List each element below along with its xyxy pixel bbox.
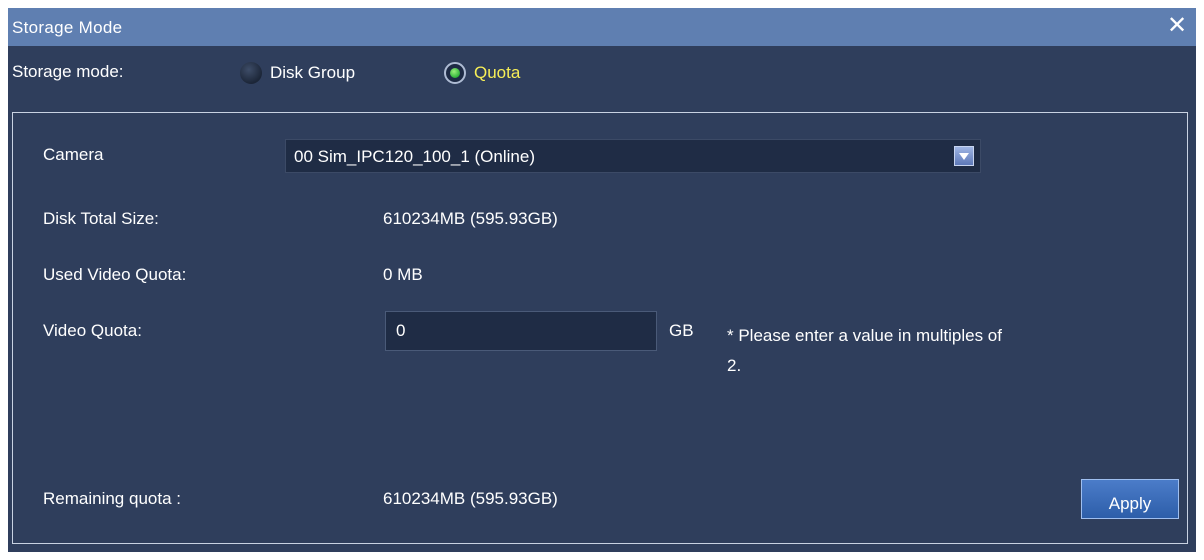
dialog-title: Storage Mode (12, 18, 123, 37)
video-quota-note: * Please enter a value in multiples of 2… (727, 326, 1002, 375)
quota-radio[interactable]: Quota (444, 62, 520, 84)
video-quota-input[interactable] (385, 311, 657, 351)
radio-selected-icon (444, 62, 466, 84)
apply-button[interactable]: Apply (1081, 479, 1179, 519)
quota-settings-panel: Camera 00 Sim_IPC120_100_1 (Online) Disk… (12, 112, 1188, 544)
disk-group-label: Disk Group (270, 63, 356, 82)
radio-unselected-icon (240, 62, 262, 84)
used-video-quota-value: 0 MB (383, 265, 423, 284)
remaining-quota-label: Remaining quota : (43, 489, 181, 508)
close-button[interactable]: ✕ (1164, 12, 1190, 40)
disk-total-size-label: Disk Total Size: (43, 209, 159, 228)
remaining-quota-value: 610234MB (595.93GB) (383, 489, 558, 508)
camera-label: Camera (43, 145, 104, 164)
disk-group-radio[interactable]: Disk Group (240, 62, 355, 84)
camera-select[interactable]: 00 Sim_IPC120_100_1 (Online) (285, 139, 981, 173)
quota-label: Quota (474, 63, 521, 82)
storage-mode-row: Storage mode: Disk Group Quota (8, 46, 1196, 98)
storage-mode-label: Storage mode: (12, 62, 124, 81)
storage-mode-dialog: Storage Mode ✕ Storage mode: Disk Group … (0, 0, 1204, 560)
disk-total-size-value: 610234MB (595.93GB) (383, 209, 558, 228)
titlebar: Storage Mode ✕ (8, 8, 1196, 46)
camera-selected-value: 00 Sim_IPC120_100_1 (Online) (294, 147, 535, 166)
video-quota-label: Video Quota: (43, 321, 142, 340)
video-quota-unit: GB (669, 321, 694, 340)
close-icon: ✕ (1166, 12, 1188, 39)
used-video-quota-label: Used Video Quota: (43, 265, 187, 284)
chevron-down-icon[interactable] (954, 146, 974, 166)
